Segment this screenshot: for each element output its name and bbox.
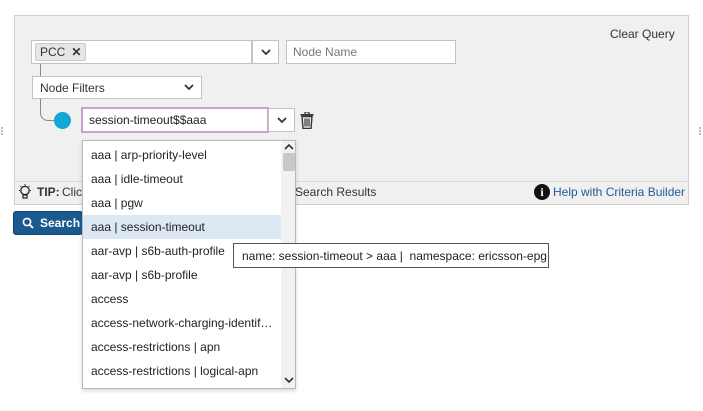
node-filters-select[interactable]: Node Filters	[32, 76, 202, 99]
search-icon	[22, 217, 34, 229]
resize-handle-right[interactable]	[699, 127, 701, 135]
search-button[interactable]: Search	[13, 211, 83, 235]
info-icon[interactable]: i	[534, 184, 550, 200]
node-type-tag-label: PCC	[40, 45, 66, 59]
search-button-label: Search	[40, 216, 81, 230]
clear-query-link[interactable]: Clear Query	[610, 27, 675, 41]
filter-combobox-input[interactable]	[81, 107, 269, 133]
dropdown-option[interactable]: access-restrictions | logical-apn	[83, 359, 281, 383]
dropdown-option[interactable]: access-network-charging-identif…	[83, 311, 281, 335]
resize-handle-left[interactable]	[1, 127, 3, 135]
node-filters-label: Node Filters	[40, 80, 105, 95]
option-tooltip: name: session-timeout > aaa | namespace:…	[233, 243, 549, 268]
filter-node-dot	[54, 112, 71, 129]
dropdown-option[interactable]: aaa | arp-priority-level	[83, 143, 281, 167]
help-criteria-builder-link[interactable]: Help with Criteria Builder	[553, 185, 685, 199]
trash-icon	[300, 111, 314, 129]
chevron-up-icon[interactable]	[284, 143, 294, 151]
dropdown-option[interactable]: aaa | session-timeout	[83, 215, 281, 239]
dropdown-option[interactable]: access	[83, 287, 281, 311]
node-type-tag: PCC ✕	[35, 43, 87, 61]
dropdown-option[interactable]: access-restrictions | apn	[83, 335, 281, 359]
tip-text-tail: e Search Results	[285, 185, 377, 199]
dropdown-option[interactable]: aaa | pgw	[83, 191, 281, 215]
tip-text: Clic	[62, 185, 82, 199]
delete-filter-button[interactable]	[298, 110, 316, 130]
chevron-down-icon	[276, 116, 287, 123]
tip-label: TIP:	[37, 185, 60, 199]
filter-dropdown-button[interactable]	[268, 108, 295, 132]
chevron-down-icon	[184, 84, 194, 91]
lightbulb-icon	[19, 184, 31, 199]
dropdown-option[interactable]: aaa | idle-timeout	[83, 167, 281, 191]
node-name-input[interactable]	[286, 40, 456, 64]
scrollbar-thumb[interactable]	[283, 153, 295, 171]
close-icon[interactable]: ✕	[71, 46, 81, 58]
node-type-dropdown-button[interactable]	[252, 40, 279, 64]
chevron-down-icon	[260, 48, 271, 55]
chevron-down-icon[interactable]	[284, 376, 294, 384]
